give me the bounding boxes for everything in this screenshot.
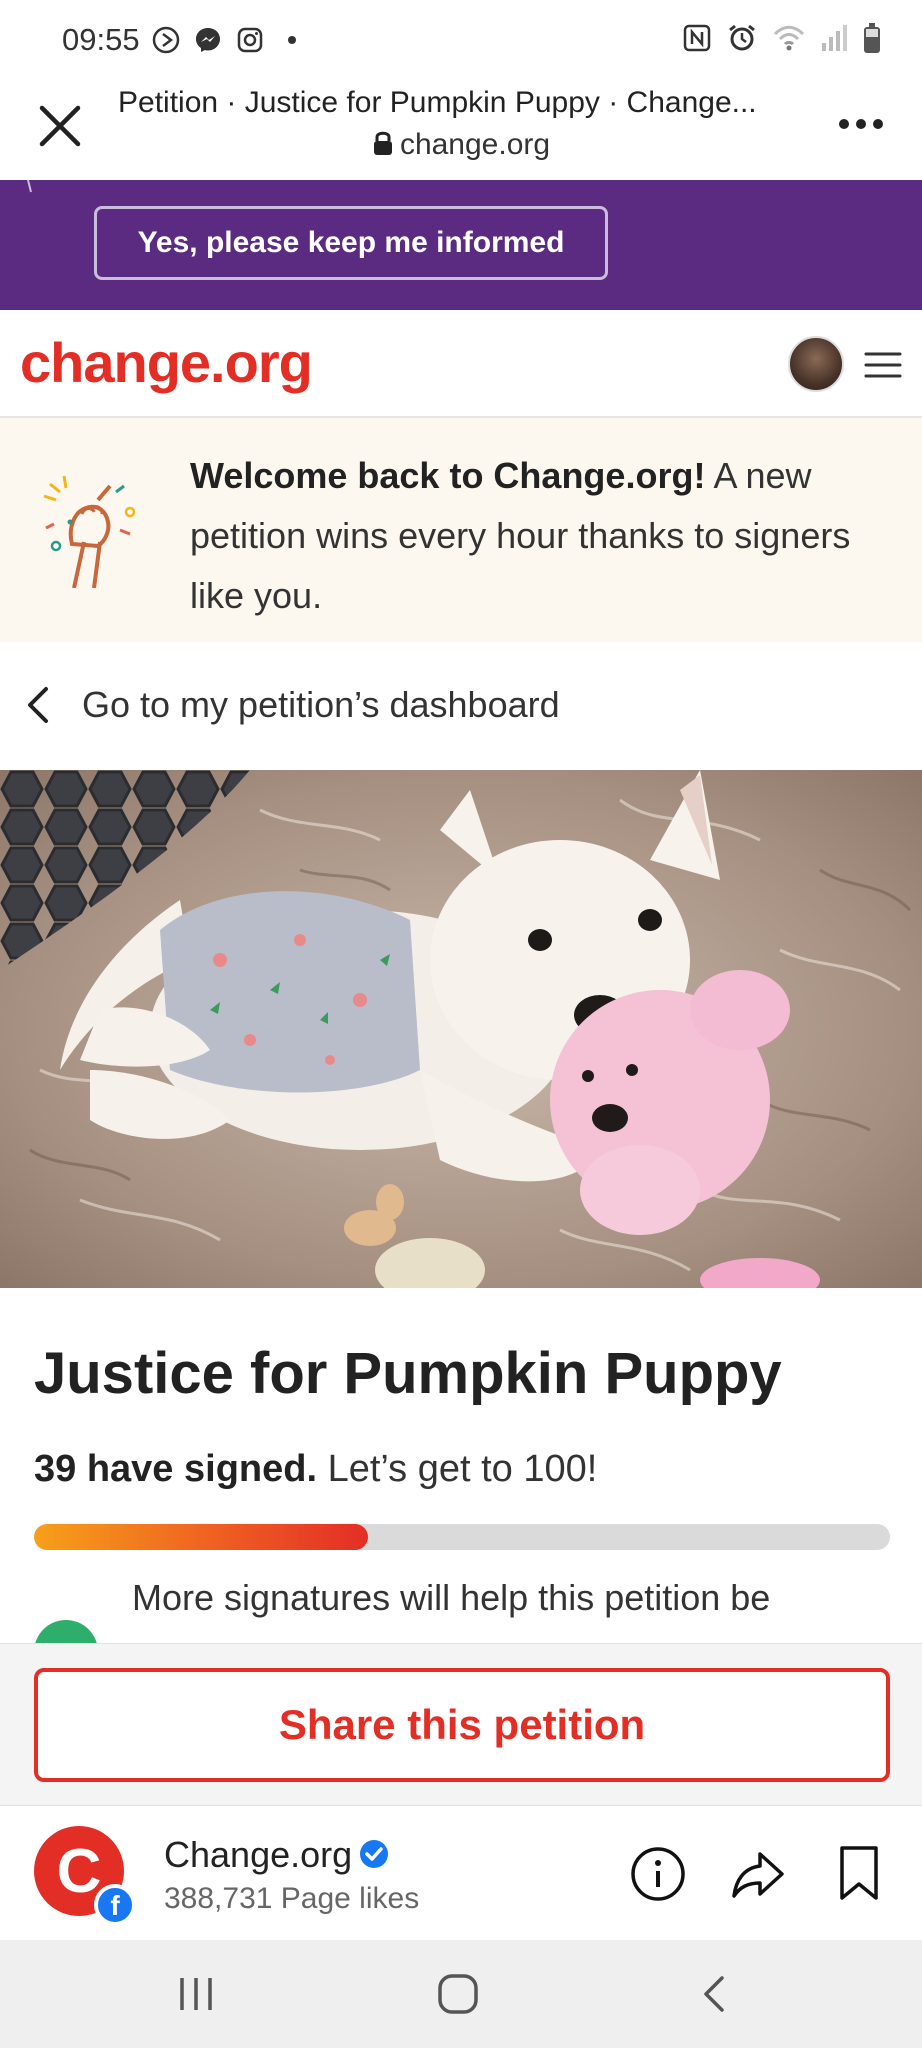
keep-me-informed-button[interactable]: Yes, please keep me informed: [94, 206, 608, 280]
signature-goal-text: Let’s get to 100!: [317, 1448, 598, 1490]
page-likes: 388,731 Page likes: [164, 1882, 420, 1915]
verified-icon: [358, 1838, 390, 1870]
lock-icon: [372, 129, 394, 165]
alarm-icon: [726, 22, 758, 59]
nfc-icon: [682, 23, 712, 58]
notification-dot-icon: [276, 24, 308, 56]
url-text: change.org: [399, 128, 551, 161]
welcome-heading: Welcome back to Change.org!: [190, 455, 706, 496]
hamburger-icon[interactable]: [864, 350, 902, 380]
petition-title: Justice for Pumpkin Puppy: [34, 1341, 782, 1406]
bookmark-icon[interactable]: [838, 1844, 880, 1902]
messenger-icon: [192, 24, 224, 56]
instagram-icon: [234, 24, 266, 56]
site-header: change.org: [0, 310, 922, 418]
in-app-browser-header: Petition · Justice for Pumpkin Puppy · C…: [0, 80, 922, 180]
raised-fist-icon: [30, 468, 150, 589]
recent-apps-icon[interactable]: [176, 1976, 216, 2012]
notification-opt-in-banner: Yes, please keep me informed: [0, 180, 922, 310]
chevron-left-icon: [28, 687, 48, 723]
facebook-page-bar: C f Change.org 388,731 Page likes: [0, 1805, 922, 1940]
signal-icon: [820, 23, 848, 58]
welcome-message: Welcome back to Change.org! A new petiti…: [190, 446, 890, 626]
more-icon[interactable]: [836, 110, 886, 138]
welcome-back-panel: Welcome back to Change.org! A new petiti…: [0, 418, 922, 642]
signature-count: 39 have signed. Let’s get to 100!: [34, 1448, 597, 1491]
home-icon[interactable]: [436, 1972, 480, 2016]
url-display: change.org: [0, 128, 922, 165]
petition-photo: [0, 770, 922, 1288]
status-bar: 09:55: [0, 0, 922, 80]
share-petition-button[interactable]: Share this petition: [34, 1668, 890, 1782]
battery-icon: [862, 22, 882, 59]
media-play-icon: [150, 24, 182, 56]
page-title: Petition · Justice for Pumpkin Puppy · C…: [118, 86, 757, 119]
status-time: 09:55: [62, 22, 140, 57]
page-name[interactable]: Change.org: [164, 1834, 352, 1876]
back-icon[interactable]: [700, 1972, 730, 2016]
signature-count-bold: 39 have signed.: [34, 1448, 318, 1490]
wifi-icon: [772, 23, 806, 58]
signature-progress-bar: [34, 1524, 890, 1550]
petition-dashboard-link[interactable]: Go to my petition’s dashboard: [0, 660, 922, 750]
more-signatures-text: More signatures will help this petition …: [132, 1577, 771, 1618]
avatar[interactable]: [788, 336, 844, 392]
change-org-logo[interactable]: change.org: [20, 330, 313, 395]
info-icon[interactable]: [630, 1846, 686, 1902]
status-bar-left: 09:55: [62, 22, 308, 58]
status-bar-right: [682, 22, 882, 59]
signature-progress-fill: [34, 1524, 368, 1550]
puppy-photo-illustration: [0, 770, 922, 1288]
banner-tick-mark: [27, 180, 32, 193]
share-icon[interactable]: [730, 1846, 786, 1902]
dashboard-link-label: Go to my petition’s dashboard: [82, 684, 560, 725]
facebook-icon: f: [94, 1884, 136, 1926]
system-navigation-bar: [0, 1940, 922, 2048]
